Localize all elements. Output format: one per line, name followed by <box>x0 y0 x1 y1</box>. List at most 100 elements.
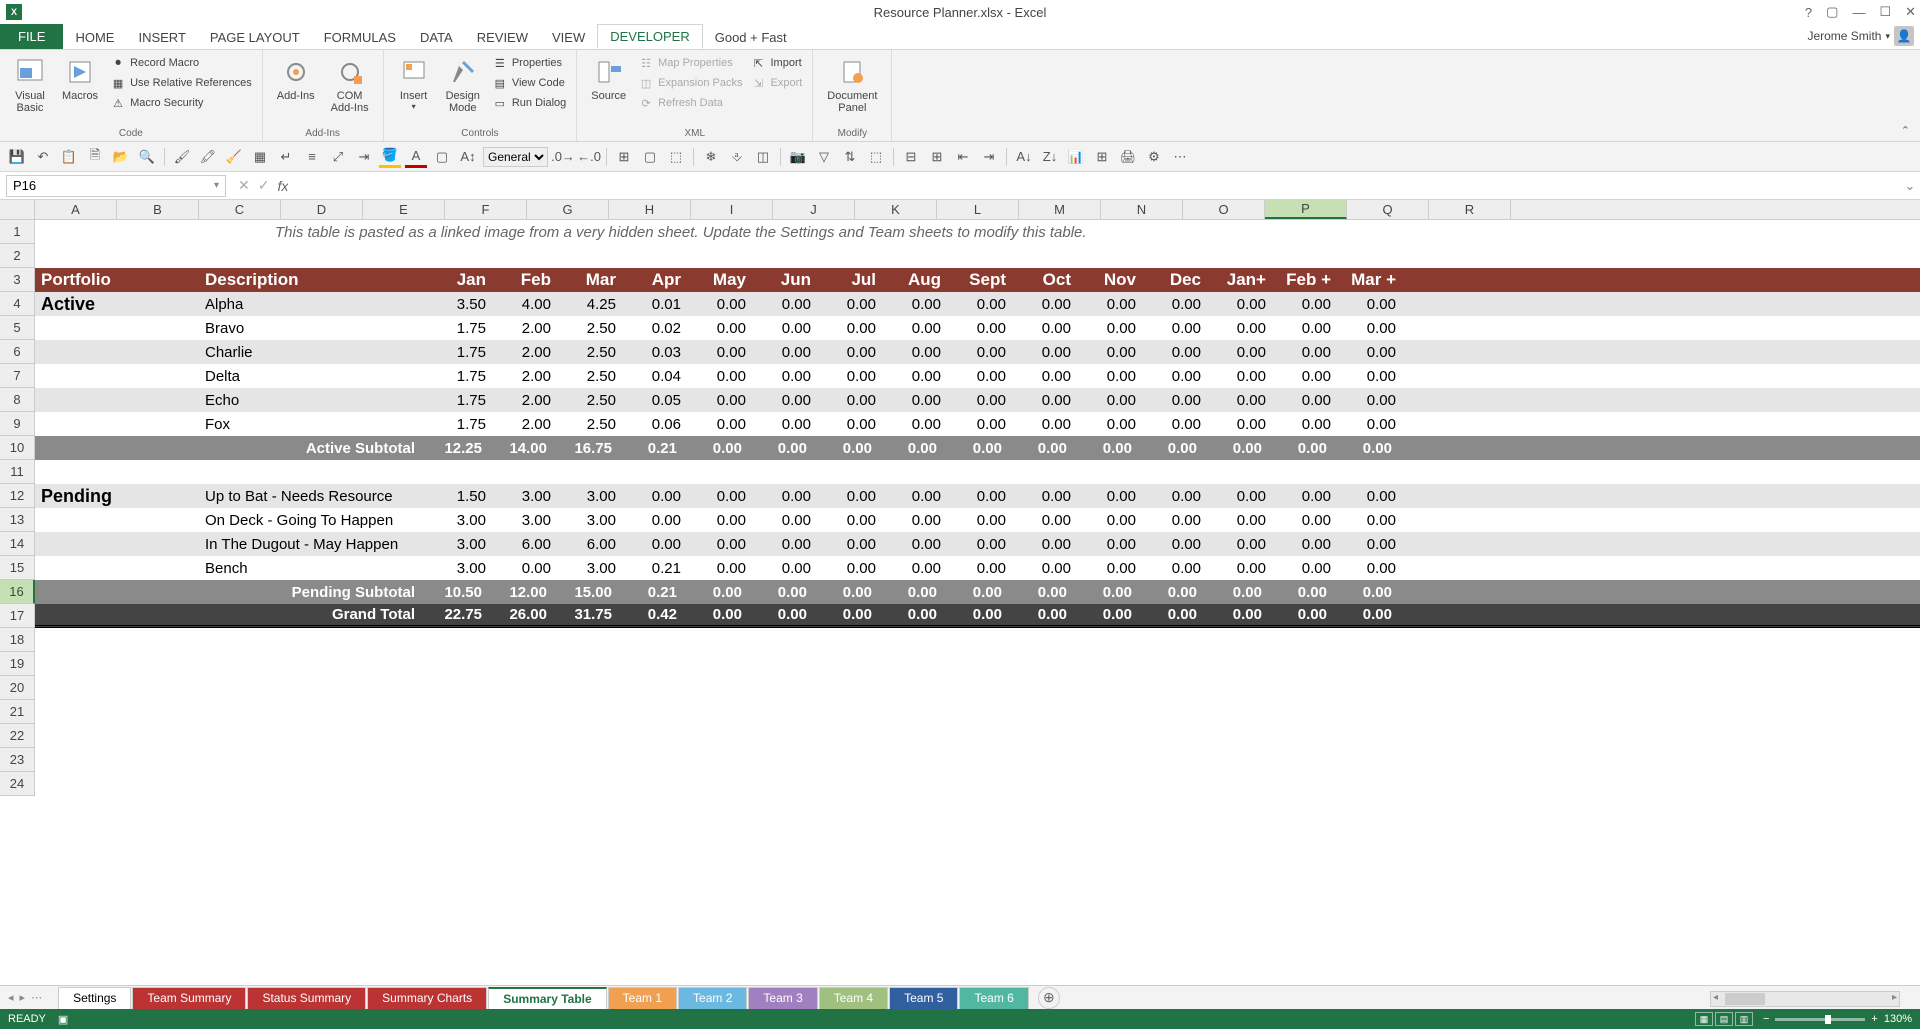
col-header-H[interactable]: H <box>609 200 691 219</box>
table-icon[interactable]: ⊞ <box>1091 146 1113 168</box>
row-header-3[interactable]: 3 <box>0 268 35 292</box>
user-name[interactable]: Jerome Smith <box>1807 29 1881 43</box>
row-header-11[interactable]: 11 <box>0 460 35 484</box>
minimize-icon[interactable]: — <box>1852 5 1865 20</box>
sheet-tab-summary-table[interactable]: Summary Table <box>488 987 606 1009</box>
freeze-icon[interactable]: ❄ <box>700 146 722 168</box>
more-icon[interactable]: ⋯ <box>1169 146 1191 168</box>
tab-developer[interactable]: DEVELOPER <box>597 24 702 49</box>
save-icon[interactable]: 💾 <box>6 146 28 168</box>
camera-icon[interactable]: 📷 <box>787 146 809 168</box>
tab-page-layout[interactable]: PAGE LAYOUT <box>198 26 312 49</box>
col-header-G[interactable]: G <box>527 200 609 219</box>
row-header-13[interactable]: 13 <box>0 508 35 532</box>
format-painter-icon[interactable]: 🖌 <box>171 146 193 168</box>
row-header-1[interactable]: 1 <box>0 220 35 244</box>
macro-security-button[interactable]: ⚠Macro Security <box>108 94 254 112</box>
help-icon[interactable]: ? <box>1805 5 1812 20</box>
sheet-tab-team-3[interactable]: Team 3 <box>748 987 817 1009</box>
settings-icon[interactable]: ⚙ <box>1143 146 1165 168</box>
increase-indent-icon[interactable]: ⇥ <box>978 146 1000 168</box>
tab-file[interactable]: FILE <box>0 24 63 49</box>
insert-control-button[interactable]: Insert▾ <box>392 54 436 113</box>
col-header-N[interactable]: N <box>1101 200 1183 219</box>
row-header-14[interactable]: 14 <box>0 532 35 556</box>
col-header-J[interactable]: J <box>773 200 855 219</box>
row-header-5[interactable]: 5 <box>0 316 35 340</box>
col-header-M[interactable]: M <box>1019 200 1101 219</box>
new-icon[interactable]: 🗎 <box>84 146 106 168</box>
row-header-8[interactable]: 8 <box>0 388 35 412</box>
sort-za-icon[interactable]: Z↓ <box>1039 146 1061 168</box>
row-header-12[interactable]: 12 <box>0 484 35 508</box>
insert-rows-icon[interactable]: ⎀ <box>726 146 748 168</box>
row-header-16[interactable]: 16 <box>0 580 35 604</box>
tab-data[interactable]: DATA <box>408 26 465 49</box>
scroll-left-icon[interactable]: ◂ <box>1713 992 1718 1003</box>
name-box[interactable]: P16 ▾ <box>6 175 226 197</box>
row-header-19[interactable]: 19 <box>0 652 35 676</box>
row-header-10[interactable]: 10 <box>0 436 35 460</box>
col-header-Q[interactable]: Q <box>1347 200 1429 219</box>
row-header-18[interactable]: 18 <box>0 628 35 652</box>
pivot-icon[interactable]: ◫ <box>752 146 774 168</box>
row-header-4[interactable]: 4 <box>0 292 35 316</box>
row-header-9[interactable]: 9 <box>0 412 35 436</box>
design-mode-button[interactable]: Design Mode <box>440 54 486 116</box>
col-header-C[interactable]: C <box>199 200 281 219</box>
borders-outer-icon[interactable]: ▢ <box>639 146 661 168</box>
name-box-dropdown-icon[interactable]: ▾ <box>214 180 219 191</box>
orientation-icon[interactable]: ⤢ <box>327 146 349 168</box>
undo-icon[interactable]: ↶ <box>32 146 54 168</box>
row-header-21[interactable]: 21 <box>0 700 35 724</box>
sheet-tab-summary-charts[interactable]: Summary Charts <box>367 987 487 1009</box>
eraser-icon[interactable]: 🧹 <box>223 146 245 168</box>
tab-insert[interactable]: INSERT <box>126 26 197 49</box>
col-header-R[interactable]: R <box>1429 200 1511 219</box>
sheet-tab-team-1[interactable]: Team 1 <box>608 987 677 1009</box>
zoom-slider[interactable] <box>1775 1018 1865 1021</box>
row-header-22[interactable]: 22 <box>0 724 35 748</box>
col-header-K[interactable]: K <box>855 200 937 219</box>
sheet-nav-first-icon[interactable]: ◂ <box>8 991 14 1004</box>
sheet-tab-settings[interactable]: Settings <box>58 987 131 1009</box>
scrollbar-thumb[interactable] <box>1725 993 1765 1005</box>
col-header-B[interactable]: B <box>117 200 199 219</box>
row-header-20[interactable]: 20 <box>0 676 35 700</box>
row-header-2[interactable]: 2 <box>0 244 35 268</box>
collapse-ribbon-icon[interactable]: ⌃ <box>1901 124 1910 137</box>
view-normal-icon[interactable]: ▦ <box>1695 1012 1713 1026</box>
number-format-select[interactable]: General <box>483 147 548 167</box>
borders-all-icon[interactable]: ⊞ <box>613 146 635 168</box>
user-dropdown-icon[interactable]: ▾ <box>1885 31 1890 42</box>
tab-review[interactable]: REVIEW <box>465 26 540 49</box>
tab-formulas[interactable]: FORMULAS <box>312 26 408 49</box>
col-header-P[interactable]: P <box>1265 200 1347 219</box>
print-icon[interactable]: 🖨 <box>1117 146 1139 168</box>
sort-icon[interactable]: ⇅ <box>839 146 861 168</box>
increase-decimal-icon[interactable]: .0→ <box>552 146 574 168</box>
col-header-A[interactable]: A <box>35 200 117 219</box>
formula-input[interactable] <box>288 175 1900 197</box>
ungroup-icon[interactable]: ⊞ <box>926 146 948 168</box>
select-icon[interactable]: ⬚ <box>865 146 887 168</box>
highlight-icon[interactable]: 🖍 <box>197 146 219 168</box>
col-header-L[interactable]: L <box>937 200 1019 219</box>
properties-button[interactable]: ☰Properties <box>490 54 568 72</box>
row-header-17[interactable]: 17 <box>0 604 35 628</box>
font-size-icon[interactable]: A↕ <box>457 146 479 168</box>
col-header-F[interactable]: F <box>445 200 527 219</box>
zoom-in-icon[interactable]: + <box>1871 1013 1877 1025</box>
row-header-7[interactable]: 7 <box>0 364 35 388</box>
merge-icon[interactable]: ▦ <box>249 146 271 168</box>
spreadsheet-grid[interactable]: ABCDEFGHIJKLMNOPQR 123456789101112131415… <box>0 200 1920 960</box>
sheet-tab-team-summary[interactable]: Team Summary <box>132 987 246 1009</box>
font-color-icon[interactable]: A <box>405 146 427 168</box>
view-page-break-icon[interactable]: ▥ <box>1735 1012 1753 1026</box>
visual-basic-button[interactable]: Visual Basic <box>8 54 52 116</box>
sheet-tab-team-5[interactable]: Team 5 <box>889 987 958 1009</box>
decrease-indent-icon[interactable]: ⇤ <box>952 146 974 168</box>
col-header-E[interactable]: E <box>363 200 445 219</box>
border-icon[interactable]: ▢ <box>431 146 453 168</box>
sheet-nav-last-icon[interactable]: ▸ <box>20 991 26 1004</box>
